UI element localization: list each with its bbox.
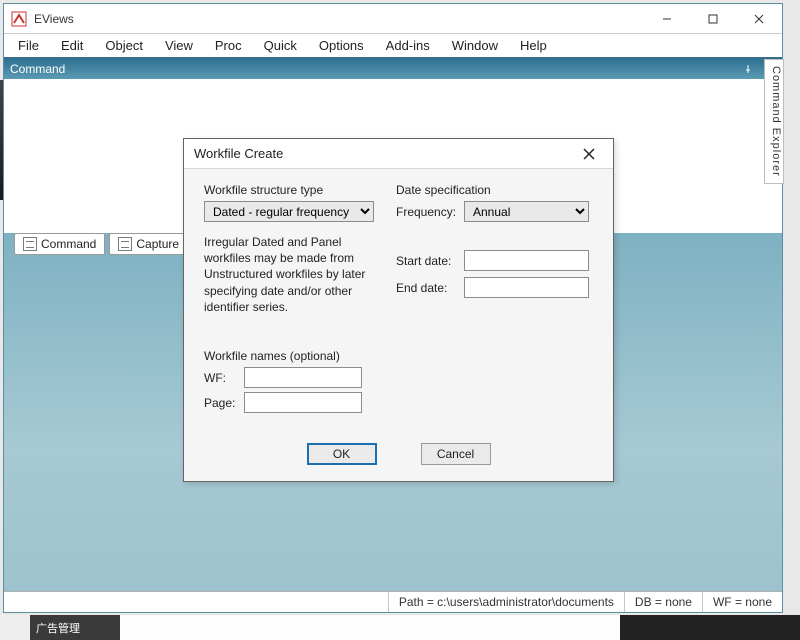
dialog-close-button[interactable] bbox=[575, 140, 603, 168]
app-title: EViews bbox=[34, 12, 644, 26]
page-name-input[interactable] bbox=[244, 392, 362, 413]
frequency-label: Frequency: bbox=[396, 205, 464, 219]
start-date-input[interactable] bbox=[464, 250, 589, 271]
ok-button[interactable]: OK bbox=[307, 443, 377, 465]
capture-tab-icon bbox=[118, 237, 132, 251]
tab-capture[interactable]: Capture bbox=[109, 233, 188, 255]
page-name-label: Page: bbox=[204, 396, 244, 410]
screen-crop-artifact: 广告管理 bbox=[0, 615, 800, 640]
menu-object[interactable]: Object bbox=[95, 36, 153, 55]
names-label: Workfile names (optional) bbox=[204, 349, 362, 363]
structure-note: Irregular Dated and Panel workfiles may … bbox=[204, 234, 369, 315]
tab-command[interactable]: Command bbox=[14, 233, 105, 255]
wf-name-label: WF: bbox=[204, 371, 244, 385]
menubar: File Edit Object View Proc Quick Options… bbox=[4, 34, 782, 58]
cancel-button[interactable]: Cancel bbox=[421, 443, 491, 465]
command-panel-title: Command bbox=[10, 62, 65, 76]
app-logo-icon bbox=[10, 10, 28, 28]
menu-options[interactable]: Options bbox=[309, 36, 374, 55]
command-tabs: Command Capture bbox=[14, 233, 188, 255]
command-tab-icon bbox=[23, 237, 37, 251]
menu-view[interactable]: View bbox=[155, 36, 203, 55]
dialog-titlebar: Workfile Create bbox=[184, 139, 613, 169]
menu-addins[interactable]: Add-ins bbox=[376, 36, 440, 55]
command-explorer-tab[interactable]: Command Explorer bbox=[764, 59, 784, 184]
menu-quick[interactable]: Quick bbox=[254, 36, 307, 55]
status-db: DB = none bbox=[624, 592, 702, 612]
crop-label: 广告管理 bbox=[30, 615, 120, 640]
date-spec-label: Date specification bbox=[396, 183, 589, 197]
menu-proc[interactable]: Proc bbox=[205, 36, 252, 55]
close-button[interactable] bbox=[736, 4, 782, 34]
frequency-select[interactable]: Annual bbox=[464, 201, 589, 222]
menu-window[interactable]: Window bbox=[442, 36, 508, 55]
end-date-input[interactable] bbox=[464, 277, 589, 298]
structure-type-label: Workfile structure type bbox=[204, 183, 374, 197]
pin-icon[interactable] bbox=[740, 61, 756, 77]
start-date-label: Start date: bbox=[396, 254, 464, 268]
statusbar: Path = c:\users\administrator\documents … bbox=[4, 591, 782, 612]
workfile-create-dialog: Workfile Create Workfile structure type … bbox=[183, 138, 614, 482]
end-date-label: End date: bbox=[396, 281, 464, 295]
status-wf: WF = none bbox=[702, 592, 782, 612]
menu-help[interactable]: Help bbox=[510, 36, 557, 55]
dialog-body: Workfile structure type Dated - regular … bbox=[184, 169, 613, 193]
status-path: Path = c:\users\administrator\documents bbox=[388, 592, 624, 612]
titlebar: EViews bbox=[4, 4, 782, 34]
maximize-button[interactable] bbox=[690, 4, 736, 34]
minimize-button[interactable] bbox=[644, 4, 690, 34]
dialog-title: Workfile Create bbox=[194, 146, 575, 161]
command-panel-header: Command bbox=[4, 58, 782, 79]
structure-type-select[interactable]: Dated - regular frequency bbox=[204, 201, 374, 222]
wf-name-input[interactable] bbox=[244, 367, 362, 388]
menu-file[interactable]: File bbox=[8, 36, 49, 55]
menu-edit[interactable]: Edit bbox=[51, 36, 93, 55]
